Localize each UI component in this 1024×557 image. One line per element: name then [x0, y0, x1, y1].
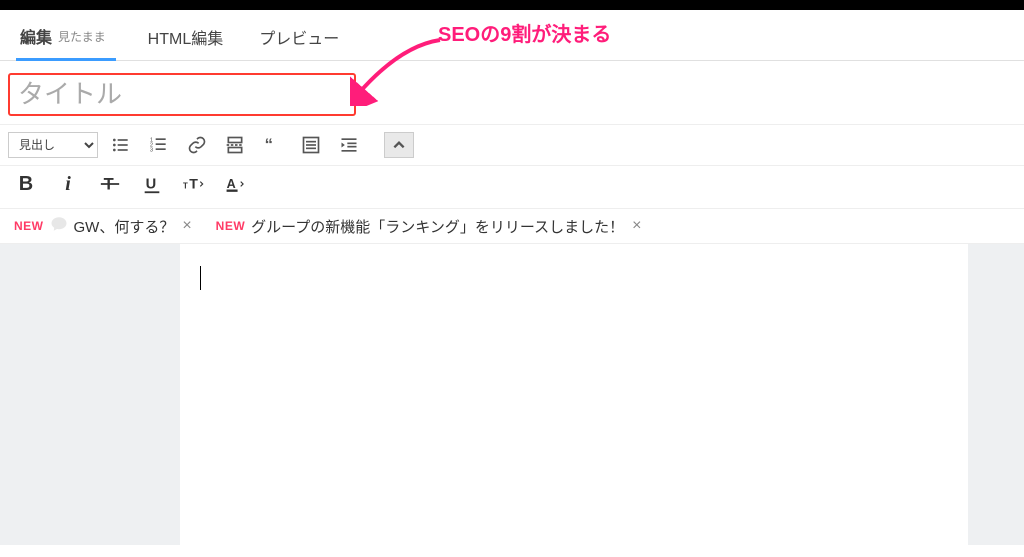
new-badge: NEW: [14, 219, 44, 233]
top-blackbar: [0, 0, 1024, 10]
editor-content[interactable]: [180, 244, 968, 545]
tab-edit-sublabel: 見たまま: [58, 28, 106, 45]
close-icon[interactable]: ×: [632, 217, 641, 235]
tab-edit-label: 編集: [20, 24, 52, 48]
notice-2-text: グループの新機能「ランキング」をリリースしました！: [251, 216, 624, 237]
annotation-text: SEOの9割が決まる: [438, 18, 611, 47]
text-cursor: [200, 266, 201, 290]
tab-html-label: HTML編集: [148, 25, 224, 49]
tab-preview-label: プレビュー: [259, 25, 339, 49]
toolbar-row-2: B i T U TT A: [0, 166, 1024, 209]
svg-text:U: U: [146, 177, 157, 193]
svg-text:A: A: [227, 177, 236, 191]
notice-item-1[interactable]: NEW GW、何する？ ×: [14, 215, 192, 237]
font-size-button[interactable]: TT: [182, 170, 206, 198]
svg-text:T: T: [183, 182, 188, 191]
editor-right-gutter: [968, 244, 1024, 545]
notice-bar: NEW GW、何する？ × NEW グループの新機能「ランキング」をリリースしま…: [0, 209, 1024, 244]
tab-preview[interactable]: プレビュー: [255, 19, 349, 59]
title-row: [0, 61, 1024, 125]
svg-text:3: 3: [150, 148, 153, 154]
notice-1-text: GW、何する？: [74, 216, 175, 237]
svg-text:“: “: [265, 135, 273, 154]
toolbar-row-1: 見出し 123 “: [0, 125, 1024, 166]
link-button[interactable]: [182, 131, 212, 159]
italic-button[interactable]: i: [56, 170, 80, 198]
bold-button[interactable]: B: [14, 170, 38, 198]
svg-text:T: T: [189, 176, 198, 192]
heading-select[interactable]: 見出し: [8, 132, 98, 158]
table-of-contents-button[interactable]: [296, 131, 326, 159]
tab-html-edit[interactable]: HTML編集: [144, 19, 228, 59]
collapse-toolbar-button[interactable]: [384, 132, 414, 158]
title-highlight-box: [8, 73, 356, 116]
new-badge: NEW: [216, 219, 246, 233]
speech-bubble-icon: [50, 215, 68, 237]
text-color-button[interactable]: A: [224, 170, 248, 198]
editor-tabs: 編集 見たまま HTML編集 プレビュー SEOの9割が決まる: [0, 10, 1024, 61]
indent-button[interactable]: [334, 131, 364, 159]
strikethrough-button[interactable]: T: [98, 170, 122, 198]
notice-item-2[interactable]: NEW グループの新機能「ランキング」をリリースしました！ ×: [216, 216, 642, 237]
unordered-list-button[interactable]: [106, 131, 136, 159]
editor-area: [0, 244, 1024, 545]
ordered-list-button[interactable]: 123: [144, 131, 174, 159]
close-icon[interactable]: ×: [182, 217, 191, 235]
page-break-button[interactable]: [220, 131, 250, 159]
blockquote-button[interactable]: “: [258, 131, 288, 159]
title-input[interactable]: [18, 79, 346, 110]
underline-button[interactable]: U: [140, 170, 164, 198]
editor-left-gutter: [0, 244, 180, 545]
tab-edit[interactable]: 編集 見たまま: [16, 18, 116, 61]
